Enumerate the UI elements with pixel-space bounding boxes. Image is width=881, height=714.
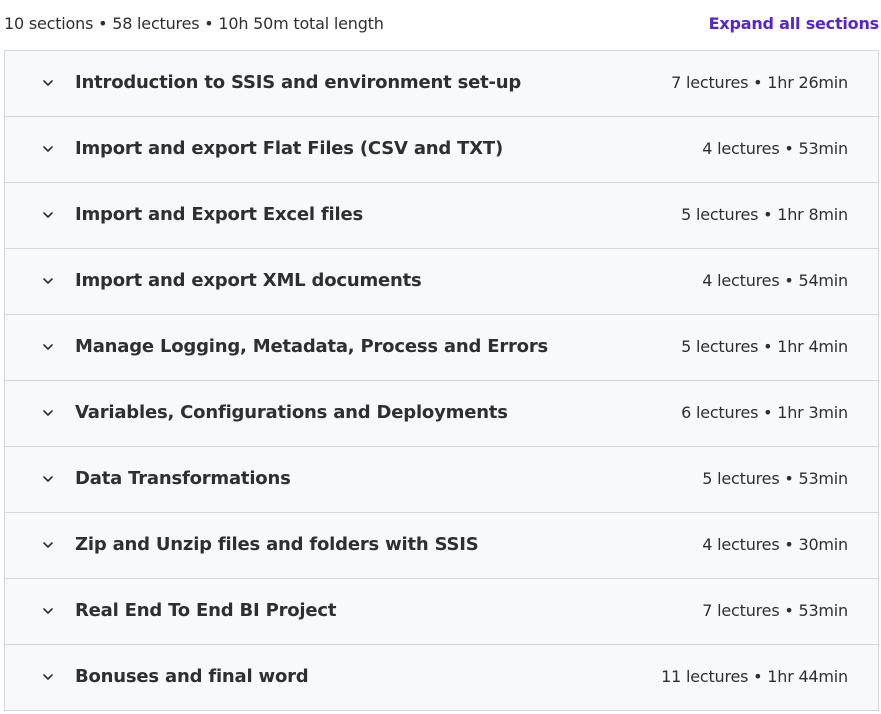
section-title: Real End To End BI Project: [75, 600, 337, 621]
chevron-down-icon[interactable]: [41, 274, 55, 288]
section-title: Import and Export Excel files: [75, 204, 363, 225]
section-title: Bonuses and final word: [75, 666, 309, 687]
section-title: Import and export XML documents: [75, 270, 422, 291]
section-meta: 7 lectures • 1hr 26min: [671, 73, 848, 92]
section-meta: 5 lectures • 53min: [702, 469, 848, 488]
section-meta: 4 lectures • 53min: [702, 139, 848, 158]
section-meta: 6 lectures • 1hr 3min: [681, 403, 848, 422]
chevron-down-icon[interactable]: [41, 538, 55, 552]
chevron-down-icon[interactable]: [41, 340, 55, 354]
section-title: Zip and Unzip files and folders with SSI…: [75, 534, 479, 555]
course-summary: 10 sections • 58 lectures • 10h 50m tota…: [4, 14, 384, 33]
expand-all-sections-button[interactable]: Expand all sections: [709, 14, 880, 33]
section-meta: 4 lectures • 30min: [702, 535, 848, 554]
chevron-down-icon[interactable]: [41, 472, 55, 486]
section-title: Import and export Flat Files (CSV and TX…: [75, 138, 503, 159]
chevron-down-icon[interactable]: [41, 76, 55, 90]
curriculum-header: 10 sections • 58 lectures • 10h 50m tota…: [0, 0, 881, 50]
section-row[interactable]: Introduction to SSIS and environment set…: [5, 51, 878, 117]
section-title: Introduction to SSIS and environment set…: [75, 72, 522, 93]
section-title: Data Transformations: [75, 468, 291, 489]
section-row[interactable]: Data Transformations 5 lectures • 53min: [5, 447, 878, 513]
section-row[interactable]: Real End To End BI Project 7 lectures • …: [5, 579, 878, 645]
section-row[interactable]: Manage Logging, Metadata, Process and Er…: [5, 315, 878, 381]
section-meta: 4 lectures • 54min: [702, 271, 848, 290]
section-row[interactable]: Import and export Flat Files (CSV and TX…: [5, 117, 878, 183]
section-meta: 7 lectures • 53min: [702, 601, 848, 620]
section-meta: 11 lectures • 1hr 44min: [661, 667, 848, 686]
section-meta: 5 lectures • 1hr 4min: [681, 337, 848, 356]
chevron-down-icon[interactable]: [41, 670, 55, 684]
section-title: Variables, Configurations and Deployment…: [75, 402, 508, 423]
section-row[interactable]: Bonuses and final word 11 lectures • 1hr…: [5, 645, 878, 710]
chevron-down-icon[interactable]: [41, 406, 55, 420]
sections-list: Introduction to SSIS and environment set…: [4, 50, 879, 711]
section-title: Manage Logging, Metadata, Process and Er…: [75, 336, 549, 357]
section-row[interactable]: Import and Export Excel files 5 lectures…: [5, 183, 878, 249]
chevron-down-icon[interactable]: [41, 142, 55, 156]
section-meta: 5 lectures • 1hr 8min: [681, 205, 848, 224]
chevron-down-icon[interactable]: [41, 604, 55, 618]
section-row[interactable]: Variables, Configurations and Deployment…: [5, 381, 878, 447]
chevron-down-icon[interactable]: [41, 208, 55, 222]
section-row[interactable]: Zip and Unzip files and folders with SSI…: [5, 513, 878, 579]
section-row[interactable]: Import and export XML documents 4 lectur…: [5, 249, 878, 315]
